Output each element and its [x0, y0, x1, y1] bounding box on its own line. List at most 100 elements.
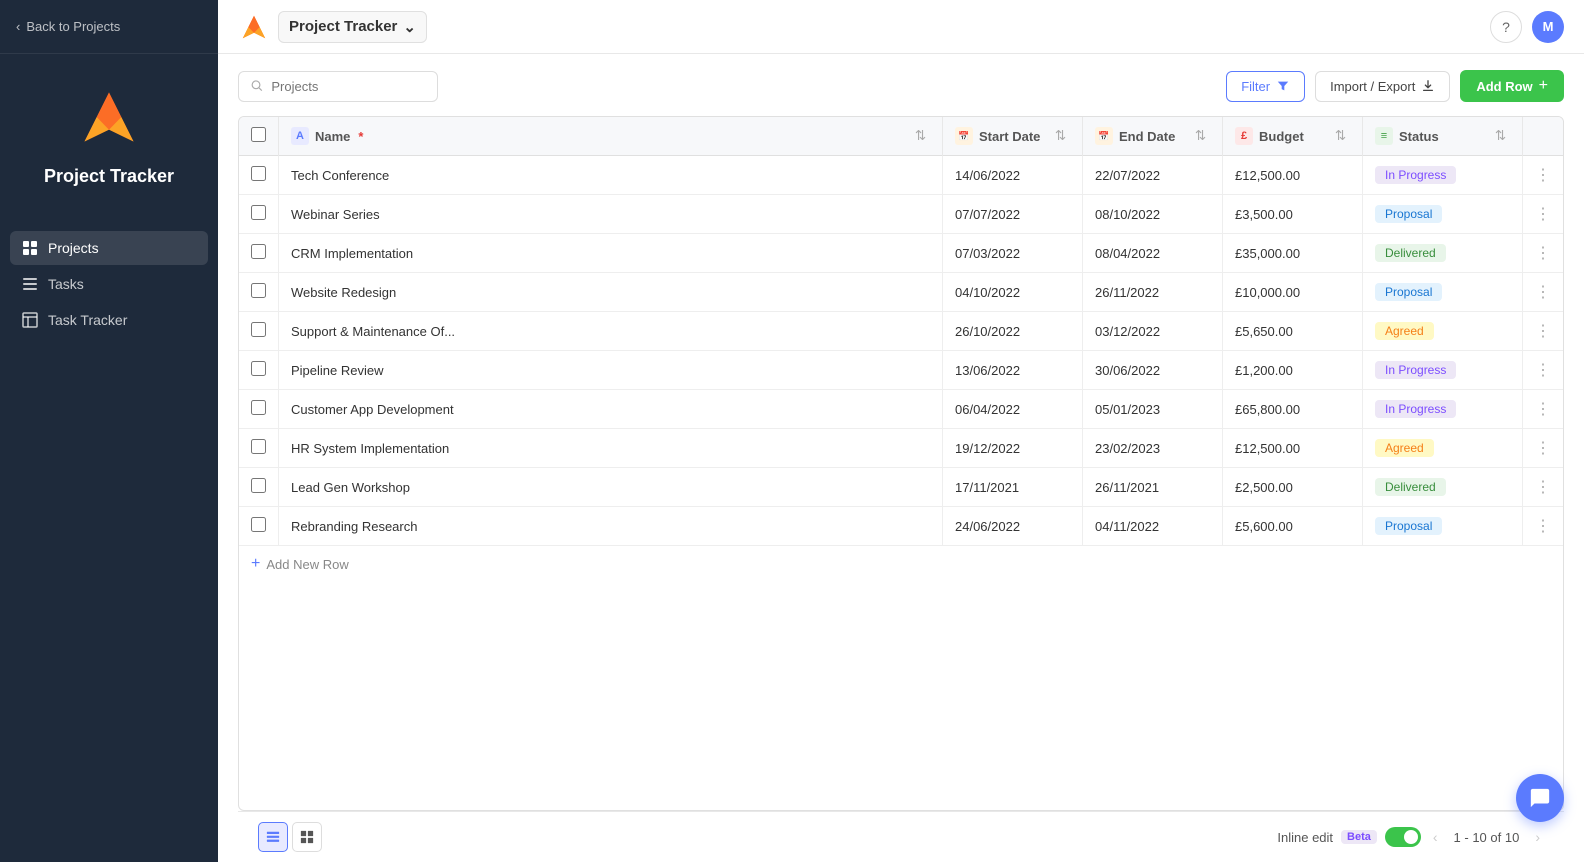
column-header-budget[interactable]: £ Budget ⇅ [1223, 117, 1363, 156]
col-start-date-expand[interactable]: ⇅ [1051, 128, 1070, 144]
cell-budget-2[interactable]: £35,000.00 [1223, 234, 1363, 273]
filter-button[interactable]: Filter [1226, 71, 1305, 102]
cell-name-8[interactable]: Lead Gen Workshop [279, 468, 943, 507]
cell-status-2[interactable]: Delivered [1363, 234, 1523, 273]
col-name-expand[interactable]: ⇅ [911, 128, 930, 144]
more-options-icon-7[interactable]: ⋮ [1535, 438, 1551, 458]
cell-more-7[interactable]: ⋮ [1523, 429, 1564, 468]
cell-start-date-1[interactable]: 07/07/2022 [943, 195, 1083, 234]
inline-edit-toggle[interactable] [1385, 827, 1421, 847]
cell-budget-0[interactable]: £12,500.00 [1223, 156, 1363, 195]
cell-status-7[interactable]: Agreed [1363, 429, 1523, 468]
next-page-button[interactable]: › [1531, 825, 1544, 849]
cell-end-date-4[interactable]: 03/12/2022 [1083, 312, 1223, 351]
cell-status-8[interactable]: Delivered [1363, 468, 1523, 507]
cell-budget-3[interactable]: £10,000.00 [1223, 273, 1363, 312]
cell-name-4[interactable]: Support & Maintenance Of... [279, 312, 943, 351]
more-options-icon-2[interactable]: ⋮ [1535, 243, 1551, 263]
cell-start-date-4[interactable]: 26/10/2022 [943, 312, 1083, 351]
more-options-icon-3[interactable]: ⋮ [1535, 282, 1551, 302]
sidebar-item-projects[interactable]: Projects [10, 231, 208, 265]
cell-name-5[interactable]: Pipeline Review [279, 351, 943, 390]
cell-more-2[interactable]: ⋮ [1523, 234, 1564, 273]
cell-start-date-8[interactable]: 17/11/2021 [943, 468, 1083, 507]
prev-page-button[interactable]: ‹ [1429, 825, 1442, 849]
chat-fab-button[interactable] [1516, 774, 1564, 822]
row-checkbox-5[interactable] [251, 361, 266, 376]
cell-end-date-8[interactable]: 26/11/2021 [1083, 468, 1223, 507]
cell-budget-9[interactable]: £5,600.00 [1223, 507, 1363, 546]
more-options-icon-4[interactable]: ⋮ [1535, 321, 1551, 341]
cell-end-date-7[interactable]: 23/02/2023 [1083, 429, 1223, 468]
cell-end-date-1[interactable]: 08/10/2022 [1083, 195, 1223, 234]
cell-more-0[interactable]: ⋮ [1523, 156, 1564, 195]
cell-name-2[interactable]: CRM Implementation [279, 234, 943, 273]
cell-status-5[interactable]: In Progress [1363, 351, 1523, 390]
cell-name-0[interactable]: Tech Conference [279, 156, 943, 195]
row-checkbox-3[interactable] [251, 283, 266, 298]
cell-name-6[interactable]: Customer App Development [279, 390, 943, 429]
row-checkbox-6[interactable] [251, 400, 266, 415]
search-input[interactable] [271, 79, 425, 94]
col-budget-expand[interactable]: ⇅ [1331, 128, 1350, 144]
row-checkbox-4[interactable] [251, 322, 266, 337]
more-options-icon-6[interactable]: ⋮ [1535, 399, 1551, 419]
cell-start-date-3[interactable]: 04/10/2022 [943, 273, 1083, 312]
cell-end-date-3[interactable]: 26/11/2022 [1083, 273, 1223, 312]
cell-start-date-2[interactable]: 07/03/2022 [943, 234, 1083, 273]
cell-end-date-2[interactable]: 08/04/2022 [1083, 234, 1223, 273]
cell-start-date-9[interactable]: 24/06/2022 [943, 507, 1083, 546]
cell-start-date-6[interactable]: 06/04/2022 [943, 390, 1083, 429]
row-checkbox-8[interactable] [251, 478, 266, 493]
cell-end-date-0[interactable]: 22/07/2022 [1083, 156, 1223, 195]
cell-end-date-6[interactable]: 05/01/2023 [1083, 390, 1223, 429]
column-header-name[interactable]: A Name * ⇅ [279, 117, 943, 156]
cell-name-7[interactable]: HR System Implementation [279, 429, 943, 468]
cell-start-date-5[interactable]: 13/06/2022 [943, 351, 1083, 390]
cell-start-date-7[interactable]: 19/12/2022 [943, 429, 1083, 468]
more-options-icon-1[interactable]: ⋮ [1535, 204, 1551, 224]
add-new-row-button[interactable]: + Add New Row [239, 545, 1563, 582]
cell-status-9[interactable]: Proposal [1363, 507, 1523, 546]
row-checkbox-1[interactable] [251, 205, 266, 220]
more-options-icon-8[interactable]: ⋮ [1535, 477, 1551, 497]
column-header-status[interactable]: ≡ Status ⇅ [1363, 117, 1523, 156]
column-header-end-date[interactable]: 📅 End Date ⇅ [1083, 117, 1223, 156]
row-checkbox-7[interactable] [251, 439, 266, 454]
row-checkbox-0[interactable] [251, 166, 266, 181]
cell-budget-6[interactable]: £65,800.00 [1223, 390, 1363, 429]
cell-more-5[interactable]: ⋮ [1523, 351, 1564, 390]
cell-budget-1[interactable]: £3,500.00 [1223, 195, 1363, 234]
cell-more-9[interactable]: ⋮ [1523, 507, 1564, 546]
cell-name-3[interactable]: Website Redesign [279, 273, 943, 312]
back-to-projects-button[interactable]: ‹ Back to Projects [16, 19, 120, 34]
more-options-icon-0[interactable]: ⋮ [1535, 165, 1551, 185]
add-row-button[interactable]: Add Row + [1460, 70, 1564, 102]
search-box[interactable] [238, 71, 438, 102]
select-all-checkbox[interactable] [251, 127, 266, 142]
cell-status-1[interactable]: Proposal [1363, 195, 1523, 234]
cell-budget-4[interactable]: £5,650.00 [1223, 312, 1363, 351]
cell-budget-5[interactable]: £1,200.00 [1223, 351, 1363, 390]
cell-budget-8[interactable]: £2,500.00 [1223, 468, 1363, 507]
cell-end-date-5[interactable]: 30/06/2022 [1083, 351, 1223, 390]
more-options-icon-9[interactable]: ⋮ [1535, 516, 1551, 536]
more-options-icon-5[interactable]: ⋮ [1535, 360, 1551, 380]
cell-status-0[interactable]: In Progress [1363, 156, 1523, 195]
grid-view-button[interactable] [292, 822, 322, 852]
topbar-title-button[interactable]: Project Tracker ⌄ [278, 11, 427, 43]
user-avatar[interactable]: M [1532, 11, 1564, 43]
list-view-button[interactable] [258, 822, 288, 852]
cell-name-1[interactable]: Webinar Series [279, 195, 943, 234]
sidebar-item-task-tracker[interactable]: Task Tracker [10, 303, 208, 337]
cell-start-date-0[interactable]: 14/06/2022 [943, 156, 1083, 195]
cell-end-date-9[interactable]: 04/11/2022 [1083, 507, 1223, 546]
cell-more-3[interactable]: ⋮ [1523, 273, 1564, 312]
cell-more-8[interactable]: ⋮ [1523, 468, 1564, 507]
row-checkbox-9[interactable] [251, 517, 266, 532]
import-export-button[interactable]: Import / Export [1315, 71, 1450, 102]
help-button[interactable]: ? [1490, 11, 1522, 43]
col-status-expand[interactable]: ⇅ [1491, 128, 1510, 144]
row-checkbox-2[interactable] [251, 244, 266, 259]
cell-status-4[interactable]: Agreed [1363, 312, 1523, 351]
